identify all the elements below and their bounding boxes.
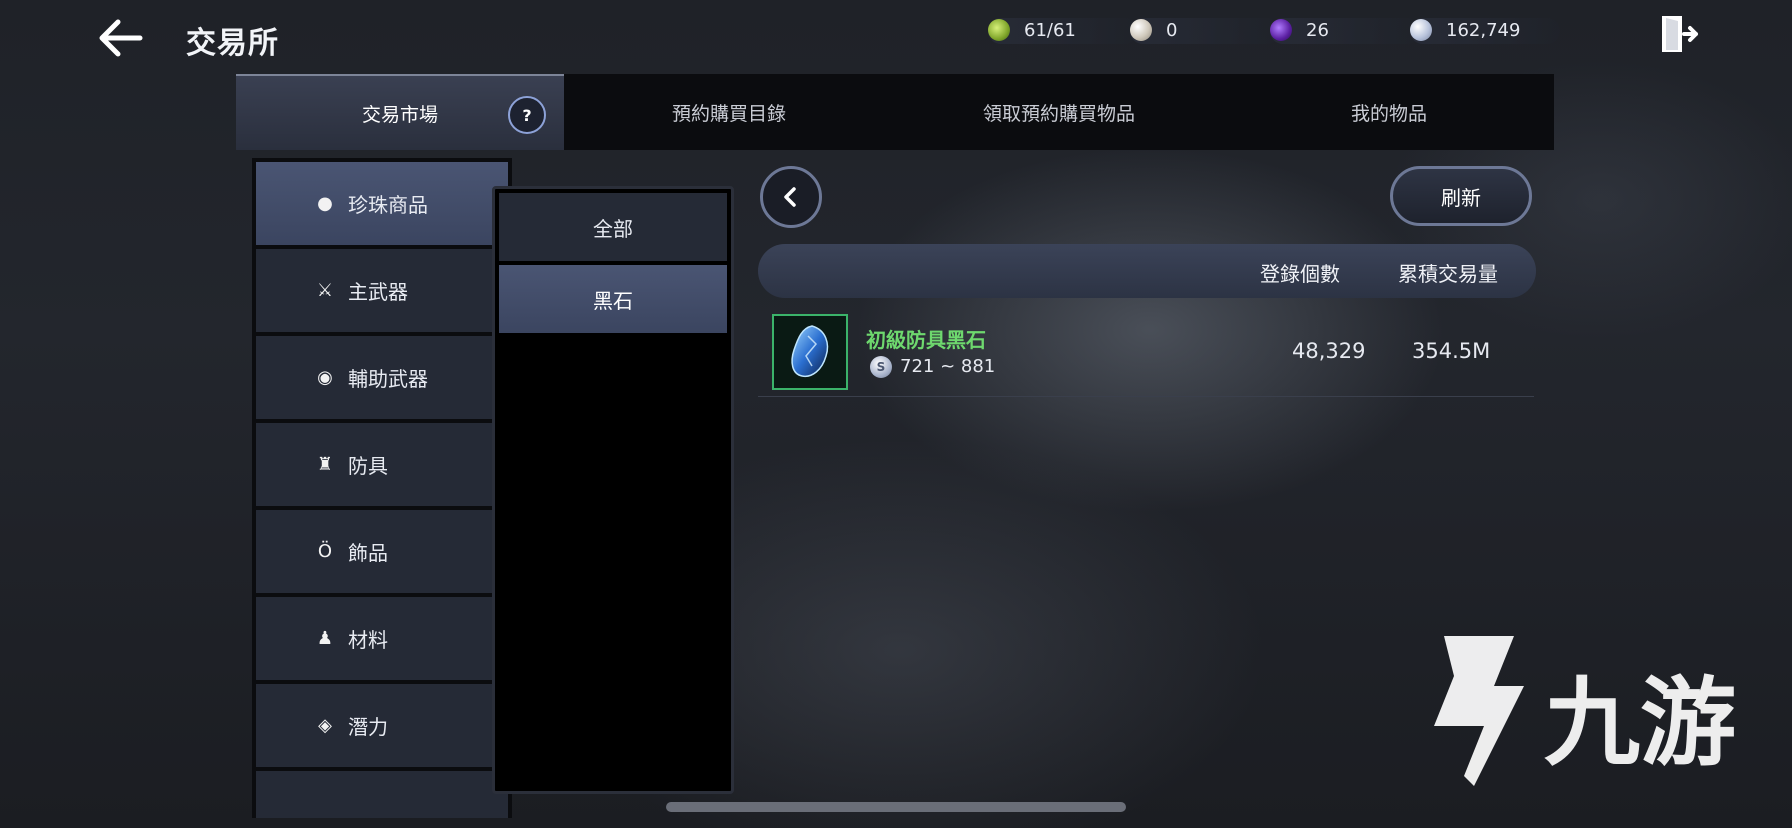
silver-value: 162,749 (1446, 19, 1521, 41)
silver-coin-icon (1410, 19, 1432, 41)
horizontal-scrollbar[interactable] (666, 802, 1126, 812)
currency-dark-crystal: 26 (1270, 16, 1420, 44)
tab-reservation-list-label: 預約購買目錄 (671, 102, 786, 125)
tab-claim-reserved-label: 領取預約購買物品 (982, 102, 1135, 125)
tab-bar: 交易市場 ? 預約購買目錄 領取預約購買物品 我的物品 (236, 74, 1554, 150)
category-label: 防具 (348, 454, 388, 478)
tab-my-items[interactable]: 我的物品 (1224, 74, 1554, 150)
dark-crystal-value: 26 (1306, 19, 1329, 41)
pearl-value: 0 (1166, 19, 1178, 41)
category-label: 潛力 (348, 715, 388, 739)
tab-my-items-label: 我的物品 (1350, 102, 1427, 125)
currency-silver: 162,749 (1410, 16, 1560, 44)
item-trade-volume: 354.5M (1412, 339, 1491, 363)
silver-coin-icon: S (870, 356, 892, 378)
armor-icon: ♜ (316, 453, 334, 475)
subcategory-back-button[interactable] (760, 166, 822, 228)
category-label: 飾品 (348, 541, 388, 565)
subcategory-black-stone[interactable]: 黑石 (499, 265, 727, 333)
category-main-weapon[interactable]: ⚔ 主武器 (256, 249, 508, 332)
column-header-volume: 累積交易量 (1398, 262, 1498, 286)
column-header-count: 登錄個數 (1260, 262, 1340, 286)
help-book-icon[interactable]: ? (508, 96, 546, 134)
watermark-text: 九游 (1544, 667, 1736, 779)
item-name: 初級防具黑石 (866, 328, 986, 352)
chevron-left-icon (784, 187, 796, 207)
exit-button[interactable] (1654, 10, 1702, 58)
tab-reservation-list[interactable]: 預約購買目錄 (564, 74, 894, 150)
black-stone-item-icon[interactable] (772, 314, 848, 390)
category-armor[interactable]: ♜ 防具 (256, 423, 508, 506)
diamond-arrow-icon: ◈ (318, 714, 332, 736)
tab-market[interactable]: 交易市場 ? (236, 74, 564, 150)
category-material[interactable]: ♟ 材料 (256, 597, 508, 680)
ring-icon: Ö (317, 540, 333, 562)
currency-energy: 61/61 (988, 16, 1138, 44)
crossed-swords-icon: ⚔ (316, 279, 334, 301)
black-stone-icon (791, 325, 829, 378)
pearl-icon (1130, 19, 1152, 41)
dark-crystal-icon (1270, 19, 1292, 41)
subcategory-list: 全部 黑石 (492, 186, 734, 794)
item-price-range: 721 ~ 881 (900, 356, 996, 377)
category-potential[interactable]: ◈ 潛力 (256, 684, 508, 767)
category-label: 材料 (348, 628, 388, 652)
tab-market-label: 交易市場 (361, 103, 438, 126)
exit-door-icon (1662, 16, 1698, 52)
category-sub-weapon[interactable]: ◉ 輔助武器 (256, 336, 508, 419)
tab-claim-reserved[interactable]: 領取預約購買物品 (894, 74, 1224, 150)
potion-icon: ♟ (316, 627, 334, 649)
watermark-logo: 九游 (1404, 626, 1754, 806)
pearl-icon: ● (317, 192, 333, 214)
category-accessory[interactable]: Ö 飾品 (256, 510, 508, 593)
category-pearl-goods[interactable]: ● 珍珠商品 (256, 162, 508, 245)
energy-value: 61/61 (1024, 19, 1076, 41)
back-arrow-icon (99, 19, 143, 57)
category-label: 珍珠商品 (348, 193, 428, 217)
refresh-button[interactable]: 刷新 (1390, 166, 1532, 226)
nine-game-logo-icon: 九游 (1434, 636, 1736, 786)
category-list: ● 珍珠商品 ⚔ 主武器 ◉ 輔助武器 ♜ 防具 Ö 飾品 ♟ 材料 ◈ 潛力 (252, 158, 512, 818)
back-arrow-button[interactable] (92, 14, 148, 62)
category-partial[interactable] (256, 771, 508, 818)
category-label: 輔助武器 (348, 367, 428, 391)
category-label: 主武器 (348, 280, 408, 304)
subcategory-all[interactable]: 全部 (499, 193, 727, 261)
item-listed-count: 48,329 (1292, 339, 1366, 363)
currency-pearl: 0 (1130, 16, 1280, 44)
energy-icon (988, 19, 1010, 41)
ring-target-icon: ◉ (317, 366, 333, 388)
page-title: 交易所 (186, 26, 279, 61)
